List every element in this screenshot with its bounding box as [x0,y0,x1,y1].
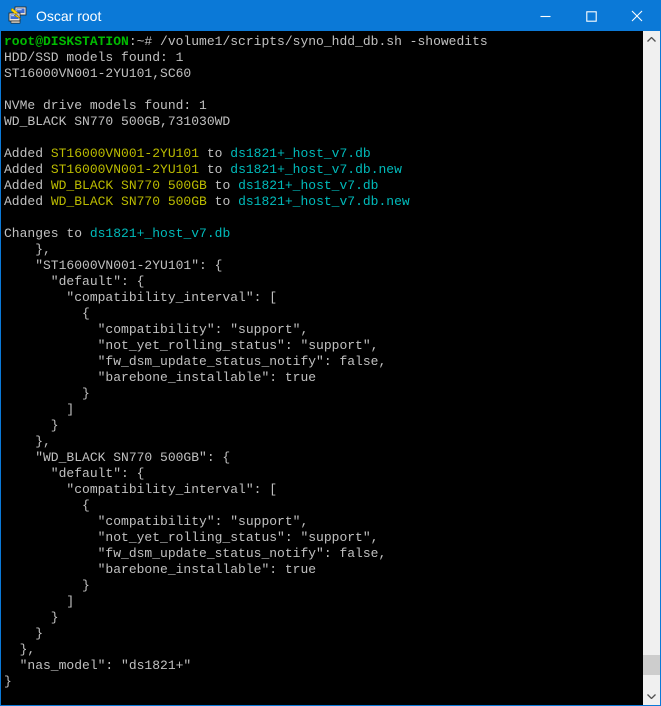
terminal-line: } [4,386,643,402]
terminal-line: } [4,578,643,594]
chevron-up-icon [647,37,656,42]
putty-icon[interactable] [8,6,28,26]
window-controls [522,1,660,31]
terminal-line: { [4,498,643,514]
terminal-line: "nas_model": "ds1821+" [4,658,643,674]
terminal-line: Changes to ds1821+_host_v7.db [4,226,643,242]
terminal-line: "not_yet_rolling_status": "support", [4,530,643,546]
terminal-line: "compatibility": "support", [4,514,643,530]
terminal-output[interactable]: root@DISKSTATION:~# /volume1/scripts/syn… [1,31,643,705]
chevron-down-icon [647,694,656,699]
terminal-line: } [4,626,643,642]
terminal-line: }, [4,434,643,450]
scrollbar-thumb[interactable] [643,655,660,675]
terminal-line [4,82,643,98]
close-icon [631,10,643,22]
terminal-line: NVMe drive models found: 1 [4,98,643,114]
terminal-line: Added ST16000VN001-2YU101 to ds1821+_hos… [4,146,643,162]
terminal-line: Added WD_BLACK SN770 500GB to ds1821+_ho… [4,194,643,210]
terminal-line: "fw_dsm_update_status_notify": false, [4,354,643,370]
minimize-button[interactable] [522,1,568,31]
terminal-line: "compatibility_interval": [ [4,290,643,306]
terminal-line: "not_yet_rolling_status": "support", [4,338,643,354]
terminal-line [4,210,643,226]
terminal-line: } [4,610,643,626]
terminal-line: "compatibility_interval": [ [4,482,643,498]
terminal-line: ] [4,402,643,418]
terminal-line: ST16000VN001-2YU101,SC60 [4,66,643,82]
terminal-line: "WD_BLACK SN770 500GB": { [4,450,643,466]
terminal-line: Added ST16000VN001-2YU101 to ds1821+_hos… [4,162,643,178]
terminal-line: "fw_dsm_update_status_notify": false, [4,546,643,562]
maximize-button[interactable] [568,1,614,31]
terminal-line: }, [4,642,643,658]
close-button[interactable] [614,1,660,31]
terminal-line [4,130,643,146]
terminal-line: ] [4,594,643,610]
scroll-up-button[interactable] [643,31,660,48]
terminal-line: { [4,306,643,322]
terminal-line: root@DISKSTATION:~# /volume1/scripts/syn… [4,34,643,50]
terminal-line: }, [4,242,643,258]
terminal-body: root@DISKSTATION:~# /volume1/scripts/syn… [1,31,660,705]
terminal-line: "barebone_installable": true [4,562,643,578]
window-title: Oscar root [36,8,522,24]
terminal-line: "compatibility": "support", [4,322,643,338]
terminal-line: "barebone_installable": true [4,370,643,386]
terminal-line: "ST16000VN001-2YU101": { [4,258,643,274]
terminal-line: } [4,418,643,434]
terminal-line: WD_BLACK SN770 500GB,731030WD [4,114,643,130]
title-bar[interactable]: Oscar root [1,1,660,31]
terminal-line: HDD/SSD models found: 1 [4,50,643,66]
vertical-scrollbar[interactable] [643,31,660,705]
terminal-line: } [4,674,643,690]
minimize-icon [540,11,551,22]
terminal-line: "default": { [4,274,643,290]
maximize-icon [586,11,597,22]
terminal-line: "default": { [4,466,643,482]
terminal-line: Added WD_BLACK SN770 500GB to ds1821+_ho… [4,178,643,194]
scroll-down-button[interactable] [643,688,660,705]
putty-terminal-window: Oscar root root@DISKSTATION:~# /volume1 [0,0,661,706]
